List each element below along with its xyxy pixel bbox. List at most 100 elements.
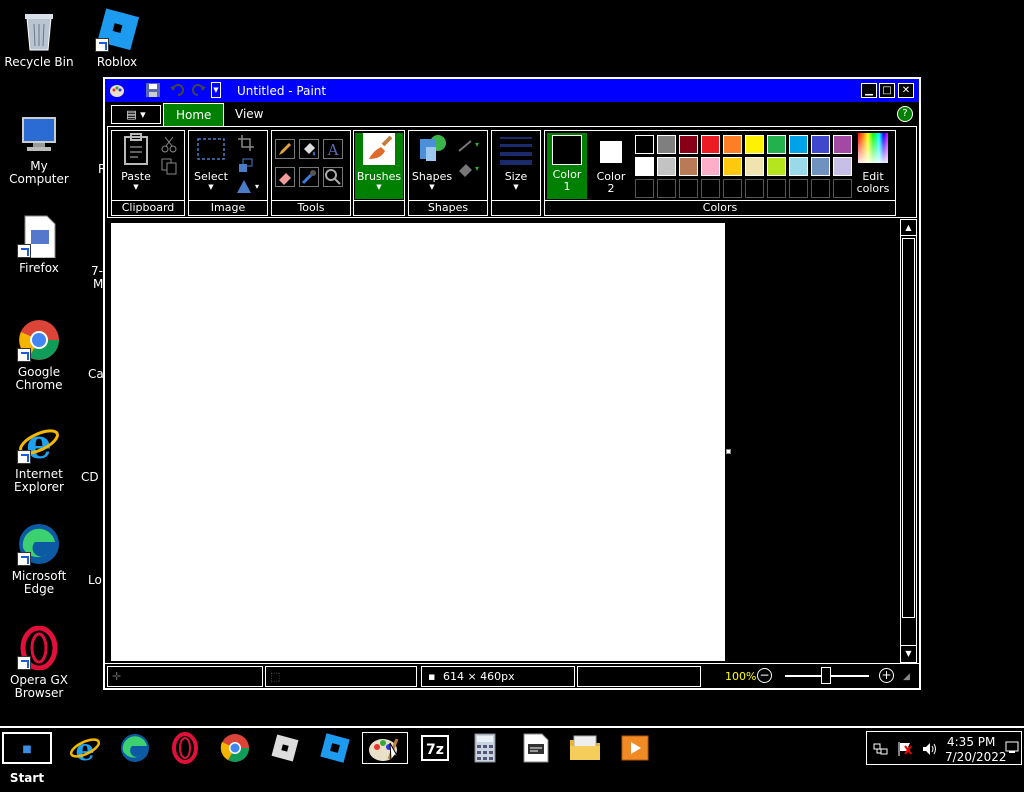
paint-app-icon[interactable]	[109, 82, 125, 98]
text-icon[interactable]: A	[323, 139, 343, 159]
undo-icon[interactable]	[169, 82, 185, 98]
color-swatch[interactable]	[745, 157, 764, 176]
fill-icon[interactable]	[299, 139, 319, 159]
zoom-out-button[interactable]: −	[757, 668, 772, 683]
network-icon[interactable]	[873, 741, 889, 760]
custom-color-slot[interactable]	[657, 179, 676, 198]
rotate-icon[interactable]: ▾	[235, 177, 263, 197]
desktop-icon-roblox-studio[interactable]: Roblox Studio	[78, 8, 156, 69]
save-icon[interactable]	[145, 82, 161, 98]
close-button[interactable]: ✕	[898, 83, 914, 98]
file-menu-button[interactable]: ▤ ▾	[111, 105, 161, 124]
show-desktop-icon[interactable]	[1005, 740, 1019, 757]
color-swatch[interactable]	[833, 157, 852, 176]
cut-icon[interactable]	[160, 135, 180, 155]
tab-home[interactable]: Home	[163, 103, 225, 126]
color-swatch[interactable]	[789, 135, 808, 154]
taskbar-paint[interactable]	[362, 732, 408, 764]
resize-icon[interactable]	[237, 156, 257, 176]
canvas-area[interactable]	[107, 219, 899, 663]
desktop-icon-firefox[interactable]: Firefox	[0, 214, 78, 275]
scroll-thumb[interactable]	[902, 238, 915, 618]
title-bar[interactable]: ▼ Untitled - Paint ▁ □ ✕	[105, 79, 919, 102]
outline-icon[interactable]: ▾	[457, 137, 485, 157]
color-swatch[interactable]	[701, 135, 720, 154]
color-swatch[interactable]	[745, 135, 764, 154]
desktop-icon-my-computer[interactable]: My Computer	[0, 112, 78, 186]
size-button[interactable]: Size ▼	[496, 133, 536, 192]
custom-color-slot[interactable]	[679, 179, 698, 198]
action-center-flag-icon[interactable]	[897, 741, 913, 760]
taskbar-opera[interactable]	[166, 732, 204, 764]
color-swatch[interactable]	[767, 135, 786, 154]
custom-color-slot[interactable]	[789, 179, 808, 198]
tab-view[interactable]: View	[223, 103, 275, 126]
redo-icon[interactable]	[191, 82, 207, 98]
taskbar-roblox-studio[interactable]	[316, 732, 354, 764]
color-swatch[interactable]	[811, 135, 830, 154]
select-button[interactable]: Select ▼	[191, 133, 231, 192]
custom-color-slot[interactable]	[833, 179, 852, 198]
custom-color-slot[interactable]	[745, 179, 764, 198]
taskbar-roblox[interactable]	[266, 732, 304, 764]
edit-colors-button[interactable]: Edit colors	[851, 133, 895, 195]
canvas-resize-handle[interactable]	[726, 449, 731, 454]
shapes-button[interactable]: Shapes ▼	[411, 133, 453, 192]
zoom-in-button[interactable]: +	[879, 668, 894, 683]
color-swatch[interactable]	[679, 157, 698, 176]
paste-button[interactable]: Paste ▼	[116, 133, 156, 192]
taskbar-calculator[interactable]	[466, 732, 504, 764]
maximize-button[interactable]: □	[879, 83, 895, 98]
taskbar-file-explorer[interactable]	[566, 732, 604, 764]
desktop-icon-recycle-bin[interactable]: Recycle Bin	[0, 8, 78, 69]
color-swatch[interactable]	[811, 157, 830, 176]
vertical-scrollbar[interactable]: ▲ ▼	[900, 219, 917, 663]
taskbar-notepad[interactable]	[516, 732, 554, 764]
color-swatch[interactable]	[723, 157, 742, 176]
color-swatch[interactable]	[657, 157, 676, 176]
zoom-slider-thumb[interactable]	[821, 667, 831, 684]
desktop-icon-internet-explorer[interactable]: e Internet Explorer	[0, 420, 78, 494]
pencil-icon[interactable]	[275, 139, 295, 159]
resize-grip-icon[interactable]: ◢	[903, 672, 910, 682]
color-swatch[interactable]	[789, 157, 808, 176]
eraser-icon[interactable]	[275, 167, 295, 187]
color-swatch[interactable]	[701, 157, 720, 176]
desktop-icon-opera-gx[interactable]: Opera GX Browser	[0, 625, 78, 700]
customize-quick-access-icon[interactable]: ▼	[211, 82, 221, 98]
start-button[interactable]: ■ Start	[2, 732, 52, 785]
clock-time[interactable]: 4:35 PM	[947, 735, 995, 749]
magnifier-icon[interactable]	[323, 167, 343, 187]
custom-color-slot[interactable]	[723, 179, 742, 198]
taskbar-7zip[interactable]: 7z	[416, 732, 454, 764]
copy-icon[interactable]	[160, 157, 180, 177]
color-swatch[interactable]	[723, 135, 742, 154]
custom-color-slot[interactable]	[635, 179, 654, 198]
minimize-button[interactable]: ▁	[861, 83, 877, 98]
custom-color-slot[interactable]	[767, 179, 786, 198]
taskbar-media-player[interactable]	[616, 732, 654, 764]
custom-color-slot[interactable]	[811, 179, 830, 198]
color-swatch[interactable]	[657, 135, 676, 154]
taskbar-chrome[interactable]	[216, 732, 254, 764]
color-swatch[interactable]	[635, 135, 654, 154]
color1-button[interactable]: Color 1	[547, 133, 587, 199]
custom-color-slot[interactable]	[701, 179, 720, 198]
scroll-up-button[interactable]: ▲	[901, 220, 916, 236]
brushes-button[interactable]: Brushes ▼	[355, 133, 403, 199]
fill-style-icon[interactable]: ▾	[457, 159, 485, 179]
scroll-down-button[interactable]: ▼	[901, 645, 916, 661]
color-swatch[interactable]	[679, 135, 698, 154]
color-swatch[interactable]	[635, 157, 654, 176]
clock-date[interactable]: 7/20/2022	[945, 750, 1007, 764]
volume-icon[interactable]	[921, 741, 937, 760]
help-icon[interactable]: ?	[897, 106, 913, 122]
color-picker-icon[interactable]	[299, 167, 319, 187]
color-swatch[interactable]	[767, 157, 786, 176]
crop-icon[interactable]	[237, 134, 257, 154]
color-swatch[interactable]	[833, 135, 852, 154]
taskbar-internet-explorer[interactable]: e	[66, 732, 104, 768]
drawing-canvas[interactable]	[111, 223, 725, 661]
color2-button[interactable]: Color 2	[591, 133, 631, 199]
taskbar-edge[interactable]	[116, 732, 154, 764]
